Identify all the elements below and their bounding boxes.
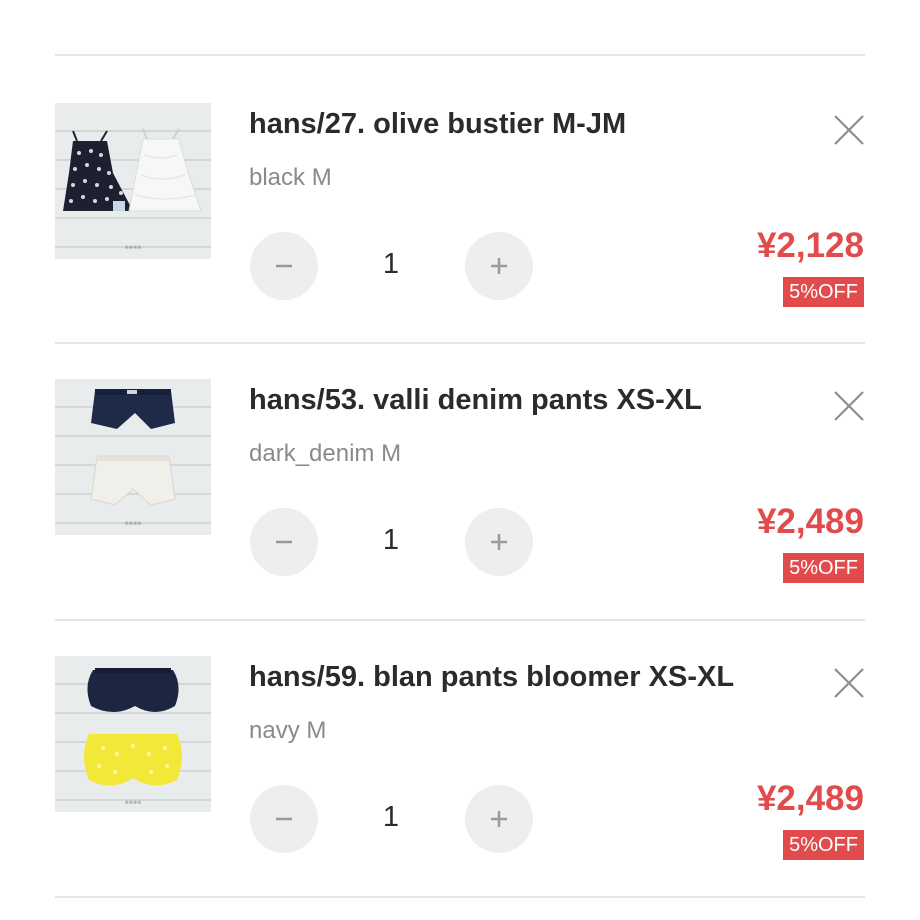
item-price: ¥2,489 [756, 779, 864, 818]
quantity-value: 1 [382, 248, 400, 280]
close-icon [834, 115, 864, 145]
minus-icon [276, 264, 292, 268]
cart-item: ❋❋❋❋ hans/59. blan pants bloomer XS-XL n… [0, 609, 920, 886]
quantity-value: 1 [382, 801, 400, 833]
remove-item-button[interactable] [830, 664, 868, 702]
product-variant: navy M [249, 717, 327, 744]
plus-icon [491, 811, 507, 827]
product-image[interactable]: ❋❋❋❋ [55, 103, 211, 259]
item-price: ¥2,128 [756, 226, 864, 265]
product-title[interactable]: hans/27. olive bustier M-JM [249, 108, 626, 141]
product-title[interactable]: hans/59. blan pants bloomer XS-XL [249, 661, 734, 694]
product-photo: ❋❋❋❋ [84, 668, 182, 806]
divider [55, 896, 865, 898]
product-photo: ❋❋❋❋ [63, 128, 202, 251]
discount-badge: 5%OFF [783, 277, 864, 307]
product-variant: black M [249, 164, 332, 191]
remove-item-button[interactable] [830, 111, 868, 149]
increment-quantity-button[interactable] [465, 508, 533, 576]
decrement-quantity-button[interactable] [250, 785, 318, 853]
close-icon [834, 391, 864, 421]
quantity-value: 1 [382, 524, 400, 556]
decrement-quantity-button[interactable] [250, 508, 318, 576]
minus-icon [276, 540, 292, 544]
cart-item: ❋❋❋❋ hans/53. valli denim pants XS-XL da… [0, 332, 920, 609]
item-price: ¥2,489 [756, 502, 864, 541]
close-icon [834, 668, 864, 698]
product-image[interactable]: ❋❋❋❋ [55, 379, 211, 535]
plus-icon [491, 534, 507, 550]
product-variant: dark_denim M [249, 440, 402, 467]
decrement-quantity-button[interactable] [250, 232, 318, 300]
product-image[interactable]: ❋❋❋❋ [55, 656, 211, 812]
minus-icon [276, 817, 292, 821]
svg-text:❋❋❋❋: ❋❋❋❋ [125, 800, 142, 806]
svg-text:❋❋❋❋: ❋❋❋❋ [125, 245, 142, 251]
cart-item: ❋❋❋❋ hans/27. olive bustier M-JM black M… [0, 56, 920, 333]
increment-quantity-button[interactable] [465, 785, 533, 853]
plus-icon [491, 258, 507, 274]
product-title[interactable]: hans/53. valli denim pants XS-XL [249, 384, 702, 417]
cart-list: ❋❋❋❋ hans/27. olive bustier M-JM black M… [0, 0, 920, 920]
svg-text:❋❋❋❋: ❋❋❋❋ [125, 521, 142, 527]
discount-badge: 5%OFF [783, 553, 864, 583]
product-photo: ❋❋❋❋ [90, 389, 176, 527]
remove-item-button[interactable] [830, 387, 868, 425]
increment-quantity-button[interactable] [465, 232, 533, 300]
discount-badge: 5%OFF [783, 830, 864, 860]
